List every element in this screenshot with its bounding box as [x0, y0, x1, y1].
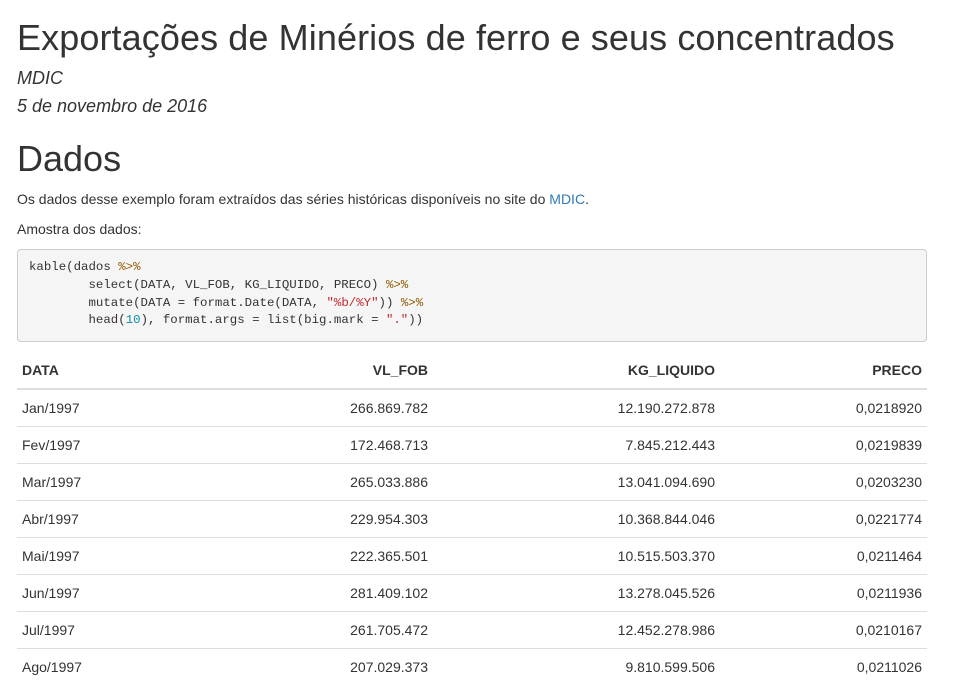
cell-vl-fob: 281.409.102 — [137, 573, 433, 612]
table-row: Mar/1997 265.033.886 13.041.094.690 0,02… — [17, 462, 927, 501]
cell-data: Ago/1997 — [17, 647, 137, 685]
table-header-row: DATA VL_FOB KG_LIQUIDO PRECO — [17, 351, 927, 390]
document-author: MDIC — [17, 67, 63, 88]
intro-paragraph: Os dados desse exemplo foram extraídos d… — [17, 189, 927, 209]
document-date: 5 de novembro de 2016 — [17, 96, 208, 117]
cell-preco: 0,0211026 — [720, 647, 927, 685]
code-line-1: kable(dados — [29, 260, 119, 275]
cell-data: Jun/1997 — [17, 573, 137, 612]
code-pipe-operator: %>% — [118, 260, 141, 275]
code-line-4: head( — [88, 313, 126, 328]
cell-preco: 0,0210167 — [720, 610, 927, 649]
code-pipe-operator: %>% — [400, 295, 424, 310]
table-row: Mai/1997 222.365.501 10.515.503.370 0,02… — [17, 536, 927, 575]
table-row: Jul/1997 261.705.472 12.452.278.986 0,02… — [17, 610, 927, 649]
cell-data: Jan/1997 — [22, 399, 80, 416]
cell-preco: 0,0218920 — [855, 399, 922, 416]
cell-data: Fev/1997 — [17, 425, 137, 464]
cell-kg-liquido: 7.845.212.443 — [433, 425, 720, 464]
cell-preco: 0,0211464 — [720, 536, 927, 575]
intro-end: . — [585, 190, 589, 207]
code-string: "." — [385, 313, 409, 328]
code-line-3-end: )) — [378, 295, 401, 310]
cell-data: Abr/1997 — [17, 499, 137, 538]
cell-kg-liquido: 9.810.599.506 — [433, 647, 720, 685]
cell-kg-liquido: 10.515.503.370 — [433, 536, 720, 575]
data-table: DATA VL_FOB KG_LIQUIDO PRECO Jan/1997 26… — [17, 351, 927, 685]
cell-data: Jul/1997 — [17, 610, 137, 649]
mdic-link[interactable]: MDIC — [549, 191, 585, 207]
code-pipe-operator: %>% — [385, 278, 409, 292]
document-body: Exportações de Minérios de ferro e seus … — [17, 0, 927, 685]
cell-kg-liquido: 13.041.094.690 — [433, 462, 720, 501]
cell-kg-liquido: 10.368.844.046 — [433, 499, 720, 538]
document-title: Exportações de Minérios de ferro e seus … — [17, 17, 895, 58]
table-row: Ago/1997 207.029.373 9.810.599.506 0,021… — [17, 647, 927, 685]
cell-vl-fob: 265.033.886 — [137, 462, 433, 501]
cell-preco: 0,0219839 — [720, 425, 927, 464]
cell-data: Mar/1997 — [17, 462, 137, 501]
header-vl-fob: VL_FOB — [137, 351, 433, 390]
cell-vl-fob: 266.869.782 — [350, 399, 428, 416]
cell-vl-fob: 222.365.501 — [137, 536, 433, 575]
header-kg-liquido: KG_LIQUIDO — [433, 351, 720, 390]
cell-vl-fob: 261.705.472 — [137, 610, 433, 649]
cell-data: Mai/1997 — [17, 536, 137, 575]
code-number: 10 — [125, 313, 141, 328]
table-row: Fev/1997 172.468.713 7.845.212.443 0,021… — [17, 425, 927, 464]
cell-vl-fob: 172.468.713 — [137, 425, 433, 464]
code-line-2: select(DATA, VL_FOB, KG_LIQUIDO, PRECO) — [88, 278, 386, 292]
code-string: "%b/%Y" — [326, 295, 379, 310]
code-line-4-mid: ), format.args = list(big.mark = — [140, 313, 386, 328]
sample-label: Amostra dos dados: — [17, 220, 142, 237]
cell-vl-fob: 229.954.303 — [137, 499, 433, 538]
table-row: Jun/1997 281.409.102 13.278.045.526 0,02… — [17, 573, 927, 612]
header-preco: PRECO — [720, 351, 927, 390]
code-block: kable(dados %>% select(DATA, VL_FOB, KG_… — [17, 248, 927, 342]
cell-preco: 0,0203230 — [720, 462, 927, 501]
intro-text: Os dados desse exemplo foram extraídos d… — [17, 190, 550, 207]
cell-kg-liquido: 13.278.045.526 — [433, 573, 720, 612]
cell-preco: 0,0221774 — [720, 499, 927, 538]
code-line-4-end: )) — [408, 313, 424, 328]
code-line-3: mutate(DATA = format.Date(DATA, — [88, 295, 327, 310]
table-row: Jan/1997 266.869.782 12.190.272.878 0,02… — [17, 389, 927, 427]
cell-kg-liquido: 12.452.278.986 — [433, 610, 720, 649]
table-row: Abr/1997 229.954.303 10.368.844.046 0,02… — [17, 499, 927, 538]
header-data: DATA — [17, 351, 137, 390]
section-heading: Dados — [17, 138, 122, 180]
cell-vl-fob: 207.029.373 — [137, 647, 433, 685]
cell-preco: 0,0211936 — [720, 573, 927, 612]
cell-kg-liquido: 12.190.272.878 — [617, 399, 715, 416]
